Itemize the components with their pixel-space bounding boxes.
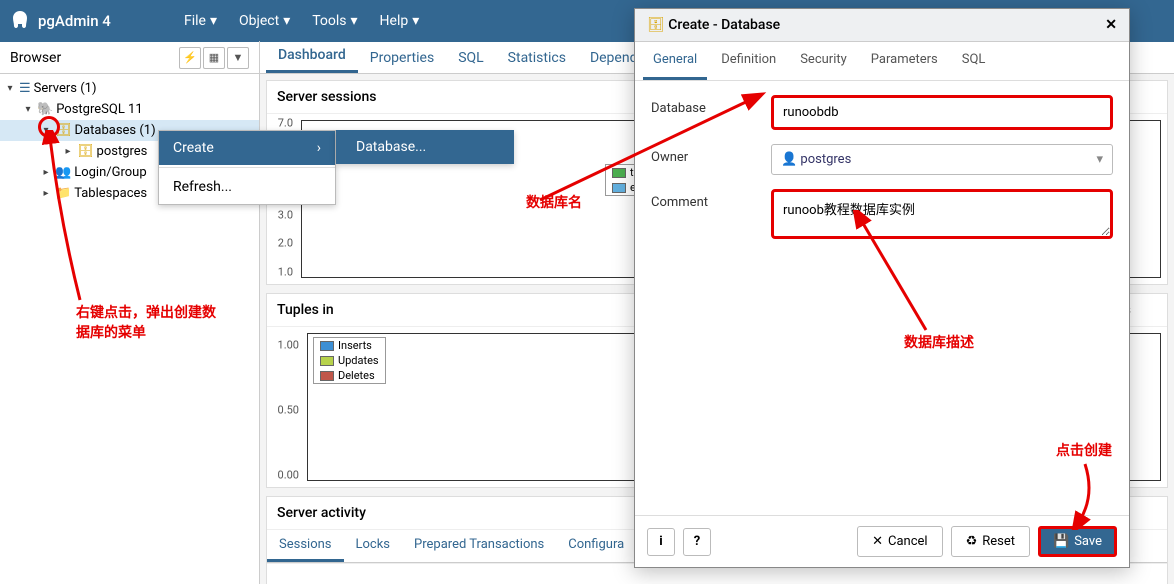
chevron-down-icon: ▾ xyxy=(351,13,358,29)
dialog-titlebar: 🗄 Create - Database ✕ xyxy=(635,9,1129,42)
menu-help[interactable]: Help▾ xyxy=(372,7,428,35)
context-menu: Create › Refresh... xyxy=(158,130,336,205)
legend-swatch xyxy=(320,371,334,381)
tab-properties[interactable]: Properties xyxy=(358,43,446,73)
legend-swatch xyxy=(320,356,334,366)
tab-statistics[interactable]: Statistics xyxy=(496,43,578,73)
user-icon: 👤 xyxy=(781,152,797,167)
legend-label: Inserts xyxy=(338,339,372,352)
y-tick: 2.0 xyxy=(278,237,293,250)
dtab-security[interactable]: Security xyxy=(790,42,857,80)
help-button[interactable]: ? xyxy=(683,528,711,556)
cancel-button[interactable]: ✕Cancel xyxy=(857,526,942,557)
menu-object[interactable]: Object▾ xyxy=(231,7,298,35)
menu-bar: File▾ Object▾ Tools▾ Help▾ xyxy=(176,7,427,35)
recycle-icon: ♻ xyxy=(966,534,978,549)
ctx-refresh[interactable]: Refresh... xyxy=(159,170,335,204)
ctx-create[interactable]: Create › xyxy=(159,131,335,165)
reset-button[interactable]: ♻Reset xyxy=(951,526,1030,557)
dtab-parameters[interactable]: Parameters xyxy=(861,42,948,80)
label-comment: Comment xyxy=(651,189,761,210)
tab-sql[interactable]: SQL xyxy=(446,43,495,73)
label-owner: Owner xyxy=(651,144,761,165)
browser-panel-header: Browser ⚡ ▦ ▼ xyxy=(0,41,260,75)
folder-icon: 📁 xyxy=(55,186,71,201)
app-logo: pgAdmin 4 xyxy=(8,9,168,33)
y-tick: 0.00 xyxy=(278,469,299,482)
database-name-input[interactable] xyxy=(771,95,1113,130)
y-tick: 0.50 xyxy=(278,403,299,416)
legend-label: Deletes xyxy=(338,369,375,382)
close-icon[interactable]: ✕ xyxy=(1105,17,1117,33)
y-tick: 3.0 xyxy=(278,208,293,221)
chevron-right-icon: › xyxy=(317,140,321,156)
dtab-sql[interactable]: SQL xyxy=(952,42,996,80)
database-icon: 🗄 xyxy=(55,123,72,138)
owner-select[interactable]: 👤 postgres ▾ xyxy=(771,144,1113,175)
y-tick: 1.00 xyxy=(278,338,299,351)
ctx-create-database[interactable]: Database... xyxy=(336,130,514,164)
chevron-down-icon: ▾ xyxy=(283,13,290,29)
create-database-dialog: 🗄 Create - Database ✕ General Definition… xyxy=(634,8,1130,568)
tab-dashboard[interactable]: Dashboard xyxy=(266,40,358,73)
activity-tab-config[interactable]: Configura xyxy=(556,530,636,562)
comment-input[interactable]: runoob教程数据库实例 xyxy=(771,189,1113,239)
legend-swatch xyxy=(612,168,626,178)
activity-tab-prepared[interactable]: Prepared Transactions xyxy=(402,530,556,562)
close-icon: ✕ xyxy=(872,534,883,549)
save-icon: 💾 xyxy=(1053,534,1069,549)
users-icon: 👥 xyxy=(55,165,71,180)
menu-file[interactable]: File▾ xyxy=(176,7,225,35)
legend-swatch xyxy=(612,183,626,193)
tree-postgresql[interactable]: ▾🐘PostgreSQL 11 xyxy=(0,99,259,120)
dialog-footer: i ? ✕Cancel ♻Reset 💾Save xyxy=(635,515,1129,567)
info-button[interactable]: i xyxy=(647,528,675,556)
database-icon: 🗄 xyxy=(77,144,94,159)
filter-icon[interactable]: ▼ xyxy=(227,47,249,69)
chevron-down-icon: ▾ xyxy=(210,13,217,29)
activity-tab-sessions[interactable]: Sessions xyxy=(267,530,344,562)
activity-tab-locks[interactable]: Locks xyxy=(344,530,403,562)
chevron-down-icon: ▾ xyxy=(1096,152,1103,167)
elephant-icon: 🐘 xyxy=(37,102,53,117)
legend-label: Updates xyxy=(338,354,379,367)
y-tick: 1.0 xyxy=(278,265,293,278)
legend-swatch xyxy=(320,341,334,351)
grid-icon[interactable]: ▦ xyxy=(203,47,225,69)
dialog-title: Create - Database xyxy=(668,17,780,33)
menu-tools[interactable]: Tools▾ xyxy=(304,7,365,35)
context-submenu: Database... xyxy=(336,130,514,164)
save-button[interactable]: 💾Save xyxy=(1038,526,1117,557)
tree-servers[interactable]: ▾☰Servers (1) xyxy=(0,78,259,99)
dialog-body: Database Owner 👤 postgres ▾ Comment runo… xyxy=(635,81,1129,515)
chevron-down-icon: ▾ xyxy=(412,13,419,29)
browser-label: Browser xyxy=(10,50,61,66)
separator xyxy=(159,167,335,168)
y-tick: 7.0 xyxy=(278,117,293,130)
database-icon: 🗄 xyxy=(647,17,665,33)
app-title: pgAdmin 4 xyxy=(38,12,111,30)
label-database: Database xyxy=(651,95,761,116)
dtab-definition[interactable]: Definition xyxy=(711,42,786,80)
bolt-icon[interactable]: ⚡ xyxy=(179,47,201,69)
servers-icon: ☰ xyxy=(19,81,31,96)
dialog-tabs: General Definition Security Parameters S… xyxy=(635,42,1129,81)
dtab-general[interactable]: General xyxy=(643,42,707,80)
elephant-icon xyxy=(8,9,32,33)
